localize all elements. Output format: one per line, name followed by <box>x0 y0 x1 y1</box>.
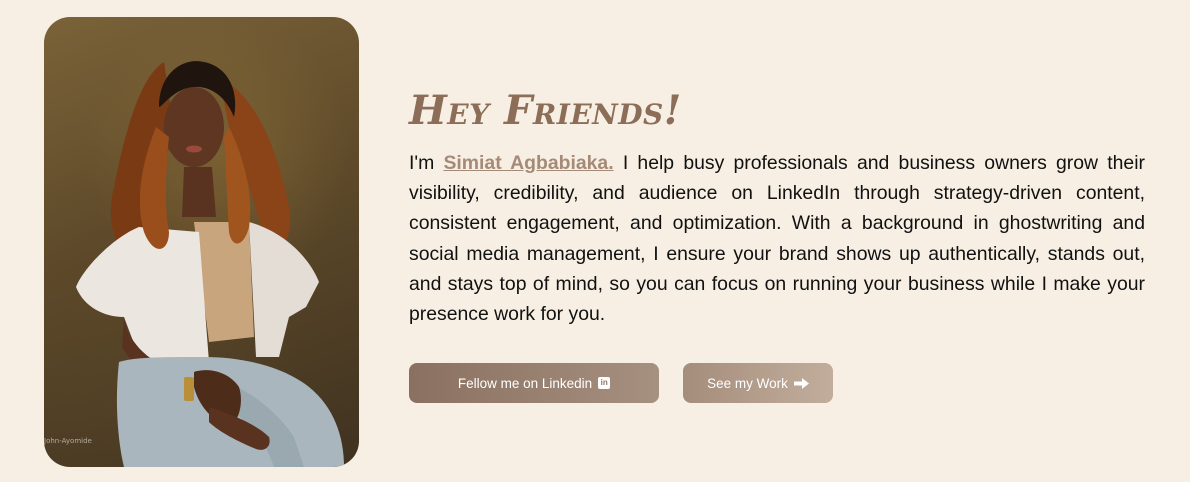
about-content: Hey Friends! I'm Simiat Agbabiaka. I hel… <box>409 88 1145 329</box>
arrow-right-icon <box>793 377 809 389</box>
linkedin-icon: in <box>598 377 611 389</box>
intro-body: I help busy professionals and business o… <box>409 152 1145 326</box>
intro-paragraph: I'm Simiat Agbabiaka. I help busy profes… <box>409 148 1145 329</box>
name-link[interactable]: Simiat Agbabiaka. <box>443 152 613 174</box>
portrait-illustration <box>76 61 345 467</box>
see-work-label: See my Work <box>707 375 788 391</box>
profile-photo: John-Ayomide <box>44 17 359 467</box>
follow-linkedin-button[interactable]: Fellow me on Linkedin in <box>409 363 659 403</box>
photo-watermark: John-Ayomide <box>44 437 92 445</box>
about-section: John-Ayomide Hey Friends! I'm Simiat Agb… <box>0 0 1190 482</box>
see-work-button[interactable]: See my Work <box>683 363 833 403</box>
greeting-heading: Hey Friends! <box>409 87 682 134</box>
follow-linkedin-label: Fellow me on Linkedin <box>457 375 593 391</box>
intro-prefix: I'm <box>409 152 444 174</box>
